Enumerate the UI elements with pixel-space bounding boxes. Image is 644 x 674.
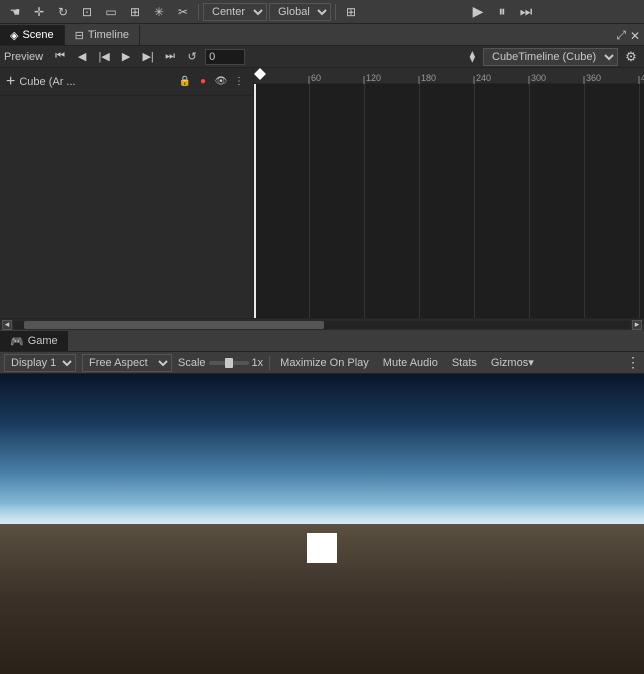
game-toolbar-more-btn[interactable]: ⋮ xyxy=(626,354,640,371)
scroll-right-btn[interactable]: ▸ xyxy=(632,320,642,330)
tl-nav-play[interactable]: ▶ xyxy=(117,48,135,66)
track-record-btn[interactable]: ● xyxy=(195,74,211,90)
hand-tool-btn[interactable]: ☚ xyxy=(4,2,26,22)
grid-line-60 xyxy=(309,84,310,318)
game-tabbar: 🎮 Game xyxy=(0,330,644,352)
tl-loop-btn[interactable]: ↺ xyxy=(183,48,201,66)
tab-game[interactable]: 🎮 Game xyxy=(0,331,68,351)
move-tool-btn[interactable]: ✛ xyxy=(28,2,50,22)
gizmos-btn[interactable]: Gizmos ▾ xyxy=(487,354,538,372)
game-cube-object xyxy=(307,533,337,563)
timeline-clip-dropdown[interactable]: CubeTimeline (Cube) xyxy=(483,48,618,66)
timeline-playhead xyxy=(254,84,256,318)
scale-value: 1x xyxy=(252,357,264,369)
svg-text:60: 60 xyxy=(311,73,321,83)
pivot-dropdown[interactable]: Center xyxy=(203,3,267,21)
tl-nav-prev[interactable]: ◀ xyxy=(73,48,91,66)
toolbar-sep-1 xyxy=(198,4,199,20)
timeline-icon: ⊟ xyxy=(75,29,84,42)
space-dropdown[interactable]: Global xyxy=(269,3,331,21)
timeline-settings-btn[interactable]: ⚙ xyxy=(622,48,640,66)
ruler-svg: 60 120 180 240 300 360 420 xyxy=(254,68,644,84)
svg-text:300: 300 xyxy=(531,73,546,83)
scale-label: Scale xyxy=(178,357,206,369)
grid-line-240 xyxy=(474,84,475,318)
close-tab-btn[interactable]: ✕ xyxy=(630,28,640,43)
gizmos-label: Gizmos xyxy=(491,357,528,369)
timeline-canvas[interactable] xyxy=(254,84,644,318)
svg-text:120: 120 xyxy=(366,73,381,83)
main-toolbar: ☚ ✛ ↻ ⊡ ▭ ⊞ ✳ ✂ Center Global ⊞ ▶ ⏸ ⏭ xyxy=(0,0,644,24)
display-dropdown[interactable]: Display 1 xyxy=(4,354,76,372)
scroll-left-btn[interactable]: ◂ xyxy=(2,320,12,330)
timeline-ruler: 60 120 180 240 300 360 420 xyxy=(254,68,644,84)
svg-text:360: 360 xyxy=(586,73,601,83)
tl-nav-first[interactable]: ⏮ xyxy=(51,48,69,66)
track-more-btn[interactable]: ⋮ xyxy=(231,74,247,90)
scene-timeline-tabbar: ◈ Scene ⊟ Timeline ⤢ ✕ xyxy=(0,24,644,46)
timeline-time-input[interactable] xyxy=(205,49,245,65)
svg-text:240: 240 xyxy=(476,73,491,83)
custom-tool-btn[interactable]: ✳ xyxy=(148,2,170,22)
timeline-body: + Cube (Ar ... 🔒 ● 👁 ⋮ 60 120 180 xyxy=(0,68,644,318)
maximize-tab-btn[interactable]: ⤢ xyxy=(616,28,626,43)
rect-tool-btn[interactable]: ▭ xyxy=(100,2,122,22)
track-control-btns: 🔒 ● 👁 ⋮ xyxy=(177,74,247,90)
grid-line-360 xyxy=(584,84,585,318)
grid-line-120 xyxy=(364,84,365,318)
extra-tool-btn[interactable]: ✂ xyxy=(172,2,194,22)
track-header: + Cube (Ar ... 🔒 ● 👁 ⋮ xyxy=(0,68,253,96)
transform-tool-btn[interactable]: ⊞ xyxy=(124,2,146,22)
stats-btn[interactable]: Stats xyxy=(448,354,481,372)
timeline-controls: Preview ⏮ ◀ |◀ ▶ ▶| ⏭ ↺ ⧫ CubeTimeline (… xyxy=(0,46,644,68)
game-tab-label: Game xyxy=(28,335,58,347)
cube-icon: ⧫ xyxy=(470,50,475,63)
add-track-btn[interactable]: + xyxy=(6,74,15,90)
aspect-dropdown[interactable]: Free Aspect xyxy=(82,354,172,372)
game-toolbar-sep xyxy=(269,356,270,370)
toolbar-sep-2 xyxy=(335,4,336,20)
scroll-track[interactable] xyxy=(14,321,630,329)
tab-timeline[interactable]: ⊟ Timeline xyxy=(65,25,140,45)
scene-tab-label: Scene xyxy=(22,29,53,41)
scene-icon: ◈ xyxy=(10,29,18,42)
pause-button[interactable]: ⏸ xyxy=(491,2,513,22)
track-cube-name: Cube (Ar ... xyxy=(19,76,75,88)
tl-cursor-btn[interactable]: |◀ xyxy=(95,48,113,66)
tl-nav-last[interactable]: ⏭ xyxy=(161,48,179,66)
step-button[interactable]: ⏭ xyxy=(515,2,537,22)
scale-control: Scale 1x xyxy=(178,357,263,369)
game-view xyxy=(0,374,644,674)
track-visibility-btn[interactable]: 👁 xyxy=(213,74,229,90)
track-lock-btn[interactable]: 🔒 xyxy=(177,74,193,90)
game-toolbar: Display 1 Free Aspect Scale 1x Maximize … xyxy=(0,352,644,374)
timeline-scrollbar: ◂ ▸ xyxy=(0,318,644,330)
maximize-on-play-btn[interactable]: Maximize On Play xyxy=(276,354,373,372)
scroll-thumb[interactable] xyxy=(24,321,324,329)
mute-audio-btn[interactable]: Mute Audio xyxy=(379,354,442,372)
game-tab-icon: 🎮 xyxy=(10,335,24,348)
tab-scene[interactable]: ◈ Scene xyxy=(0,25,65,45)
grid-line-180 xyxy=(419,84,420,318)
timeline-track-list: + Cube (Ar ... 🔒 ● 👁 ⋮ xyxy=(0,68,254,318)
scale-tool-btn[interactable]: ⊡ xyxy=(76,2,98,22)
rotate-tool-btn[interactable]: ↻ xyxy=(52,2,74,22)
tl-nav-next[interactable]: ▶| xyxy=(139,48,157,66)
gizmos-arrow-icon: ▾ xyxy=(528,356,534,369)
grid-line-300 xyxy=(529,84,530,318)
grid-line-420 xyxy=(639,84,640,318)
tab-window-controls: ⤢ ✕ xyxy=(616,28,640,43)
play-button[interactable]: ▶ xyxy=(467,2,489,22)
preview-label: Preview xyxy=(4,51,43,63)
scale-thumb xyxy=(225,358,233,368)
svg-text:180: 180 xyxy=(421,73,436,83)
timeline-tab-label: Timeline xyxy=(88,29,129,41)
timeline-ruler-area: 60 120 180 240 300 360 420 xyxy=(254,68,644,318)
grid-btn[interactable]: ⊞ xyxy=(340,2,362,22)
scale-slider[interactable] xyxy=(209,361,249,365)
